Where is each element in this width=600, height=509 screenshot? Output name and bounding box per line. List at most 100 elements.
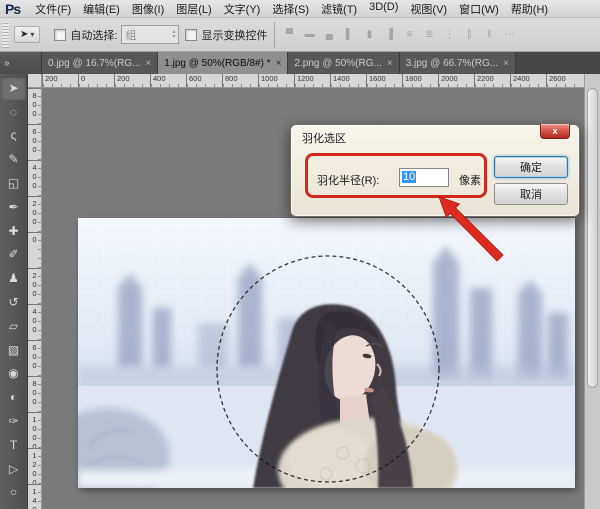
tab-close-icon[interactable]: × [387, 58, 393, 69]
options-bar: ➤ ▾ 自动选择: 组 ▴ ▾ 显示变换控件 ▀ ▬ ▄ ▌ ▮ ▐ ≡ ≣ ⋮ ∥ ‖ ⋯ [0, 18, 600, 52]
clone-stamp-tool[interactable]: ♟ [0, 266, 27, 290]
feather-radius-input[interactable]: 10 [399, 168, 449, 187]
menu-item-8[interactable]: 视图(V) [404, 1, 453, 17]
menu-item-4[interactable]: 文字(Y) [218, 1, 267, 17]
options-bar-grip[interactable] [2, 21, 9, 48]
quick-selection-tool[interactable]: ✎ [0, 147, 27, 171]
horizontal-ruler: 200 0 200 400 600 800 1000 1200 1400 1600 1800 2000… [42, 74, 584, 88]
menu-items: 文件(F) 编辑(E) 图像(I) 图层(L) 文字(Y) 选择(S) 滤镜(T) 3D(D)… [29, 1, 554, 17]
crop-tool[interactable]: ◱ [0, 171, 27, 195]
button-distribute-top-edges[interactable]: ≡ [402, 29, 416, 40]
photoshop-window: Ps 文件(F) 编辑(E) 图像(I) 图层(L) 文字(Y) 选择(S) 滤镜(T) 3D… [0, 0, 600, 509]
options-separator [274, 21, 276, 48]
brush-tool[interactable]: ✐ [0, 243, 27, 267]
menu-item-0[interactable]: 文件(F) [29, 1, 77, 17]
button-align-top-edges[interactable]: ▀ [282, 29, 296, 40]
vruler-label-9: 1000 [28, 412, 41, 451]
tools-panel-collapse-button[interactable]: » [0, 52, 42, 74]
close-icon[interactable]: x [540, 124, 570, 139]
hruler-label-14: 2600 [546, 74, 582, 87]
spot-healing-brush-tool[interactable]: ✚ [0, 219, 27, 243]
vertical-ruler: 800 600 400 200 0 200 400 600 800 1000 1200 1400 [28, 88, 42, 509]
vruler-label-10: 1200 [28, 448, 41, 487]
hruler-label-4: 600 [186, 74, 222, 87]
eyedropper-tool[interactable]: ✒ [0, 195, 27, 219]
vruler-label-6: 400 [28, 304, 41, 340]
hruler-label-2: 200 [114, 74, 150, 87]
ok-button[interactable]: 确定 [494, 156, 568, 178]
menu-item-9[interactable]: 窗口(W) [453, 1, 505, 17]
photo-document[interactable] [46, 218, 575, 509]
hruler-label-11: 2000 [438, 74, 474, 87]
scrollbar-thumb[interactable] [587, 88, 598, 388]
hruler-label-10: 1800 [402, 74, 438, 87]
tab-close-icon[interactable]: × [145, 58, 151, 69]
document-tab-3[interactable]: 3.jpg @ 66.7%(RG... × [399, 52, 516, 74]
feather-radius-label: 羽化半径(R): [317, 175, 380, 187]
chevron-down-icon: ▾ [30, 30, 35, 39]
menu-item-10[interactable]: 帮助(H) [505, 1, 554, 17]
vertical-scrollbar[interactable] [584, 74, 600, 509]
path-selection-tool[interactable]: ▷ [0, 457, 27, 481]
button-align-vertical-centers[interactable]: ▬ [302, 29, 316, 40]
vruler-label-1: 600 [28, 124, 41, 160]
blur-tool[interactable]: ◉ [0, 362, 27, 386]
document-tab-1[interactable]: 1.jpg @ 50%(RGB/8#) * × [158, 52, 289, 74]
menu-item-7[interactable]: 3D(D) [363, 1, 404, 17]
ellipse-tool[interactable]: ○ [0, 481, 27, 505]
show-transform-label: 显示变换控件 [201, 29, 268, 42]
hruler-label-0: 200 [42, 74, 78, 87]
button-align-bottom-edges[interactable]: ▄ [322, 29, 336, 40]
button-distribute-horizontal-centers[interactable]: ‖ [482, 29, 496, 40]
button-distribute-vertical-centers[interactable]: ≣ [422, 29, 436, 40]
vruler-label-5: 200 [28, 268, 41, 304]
ps-logo: Ps [5, 0, 21, 17]
hruler-label-7: 1200 [294, 74, 330, 87]
auto-select-checkbox[interactable] [54, 28, 67, 41]
document-tabs: 0.jpg @ 16.7%(RG... × 1.jpg @ 50%(RGB/8#) … [42, 52, 516, 74]
button-distribute-right-edges[interactable]: ⋯ [502, 29, 516, 40]
tab-label: 2.png @ 50%(RG... [294, 57, 382, 69]
move-tool-preset-button[interactable]: ➤ ▾ [14, 26, 41, 43]
button-distribute-left-edges[interactable]: ∥ [462, 29, 476, 40]
document-tab-0[interactable]: 0.jpg @ 16.7%(RG... × [42, 52, 159, 74]
vruler-label-4: 0 [28, 232, 41, 268]
hruler-label-13: 2400 [510, 74, 546, 87]
menu-item-1[interactable]: 编辑(E) [77, 1, 126, 17]
vruler-label-11: 1400 [28, 484, 41, 509]
show-transform-checkbox[interactable] [185, 28, 198, 41]
vruler-label-2: 400 [28, 160, 41, 196]
tab-close-icon[interactable]: × [503, 58, 509, 69]
vruler-label-0: 800 [28, 88, 41, 124]
double-chevron-icon: » [4, 57, 10, 69]
type-tool[interactable]: T [0, 433, 27, 457]
hruler-label-6: 1000 [258, 74, 294, 87]
document-tab-2[interactable]: 2.png @ 50%(RG... × [288, 52, 400, 74]
move-tool[interactable]: ➤ [1, 76, 26, 100]
pen-tool[interactable]: ✑ [0, 409, 27, 433]
auto-select-label: 自动选择: [70, 29, 118, 42]
gradient-tool[interactable]: ▧ [0, 338, 27, 362]
auto-select-combo[interactable]: 组 ▴ ▾ [121, 25, 180, 44]
cancel-button[interactable]: 取消 [494, 183, 568, 205]
button-distribute-bottom-edges[interactable]: ⋮ [442, 29, 456, 40]
menu-item-3[interactable]: 图层(L) [170, 1, 217, 17]
button-align-horizontal-centers[interactable]: ▮ [362, 29, 376, 40]
elliptical-marquee-tool[interactable]: ◌ [0, 100, 27, 124]
hruler-label-1: 0 [78, 74, 114, 87]
button-align-left-edges[interactable]: ▌ [342, 29, 356, 40]
menu-item-6[interactable]: 滤镜(T) [315, 1, 363, 17]
menu-bar: Ps 文件(F) 编辑(E) 图像(I) 图层(L) 文字(Y) 选择(S) 滤镜(T) 3D… [0, 0, 600, 18]
menu-item-2[interactable]: 图像(I) [126, 1, 170, 17]
hruler-label-8: 1400 [330, 74, 366, 87]
align-buttons: ▀ ▬ ▄ ▌ ▮ ▐ ≡ ≣ ⋮ ∥ ‖ ⋯ [282, 29, 516, 40]
menu-item-5[interactable]: 选择(S) [266, 1, 315, 17]
button-align-right-edges[interactable]: ▐ [382, 29, 396, 40]
feather-selection-dialog: 羽化选区 x 羽化半径(R): 10 像素 确定 取消 [290, 124, 580, 217]
tab-close-icon[interactable]: × [276, 58, 282, 69]
dodge-tool[interactable]: ◐ [0, 385, 27, 409]
history-brush-tool[interactable]: ↺ [0, 290, 27, 314]
lasso-tool[interactable]: ς [0, 124, 27, 148]
dialog-title: 羽化选区 [302, 133, 346, 145]
eraser-tool[interactable]: ▱ [0, 314, 27, 338]
